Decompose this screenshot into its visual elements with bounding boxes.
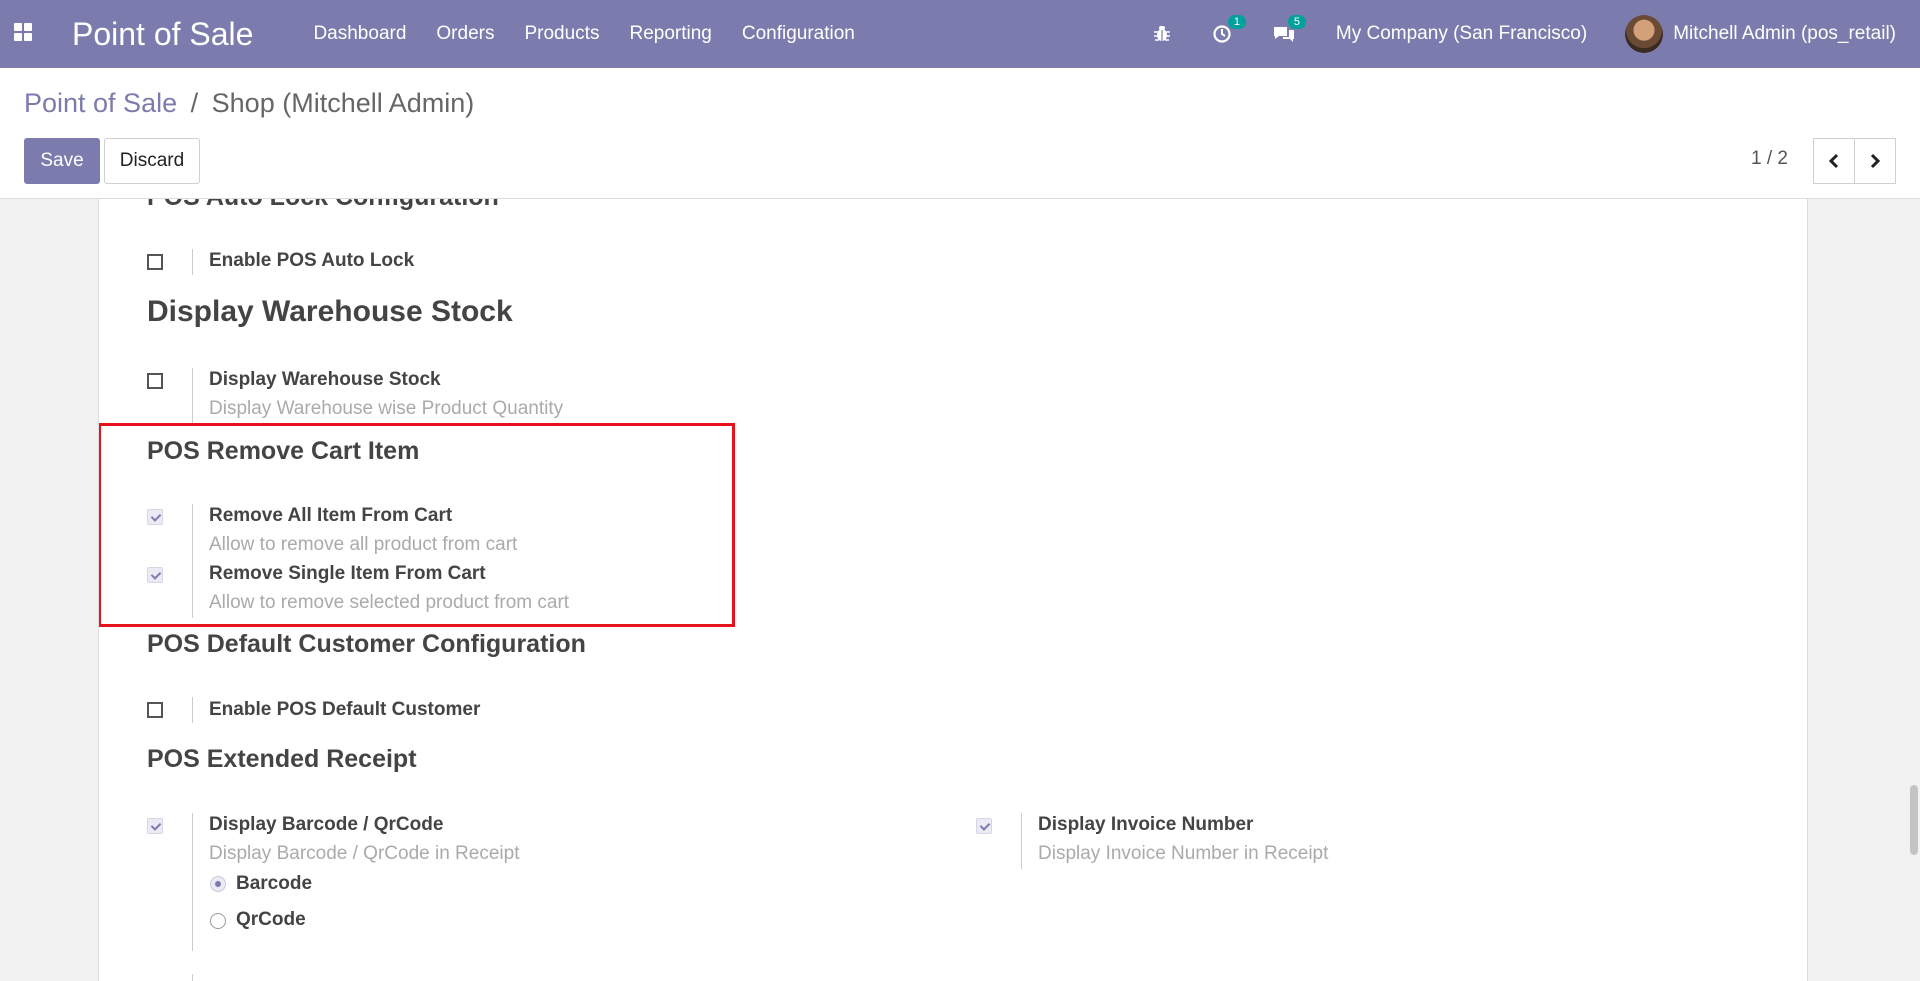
pager-previous-button[interactable] xyxy=(1813,138,1855,184)
divider xyxy=(192,697,193,723)
section-title-default-customer: POS Default Customer Configuration xyxy=(147,630,586,658)
pager-value[interactable]: 1 / 2 xyxy=(1751,148,1788,170)
divider xyxy=(1021,813,1022,869)
pager-next-button[interactable] xyxy=(1855,138,1896,184)
user-avatar[interactable] xyxy=(1625,15,1664,53)
section-title-warehouse: Display Warehouse Stock xyxy=(147,295,513,328)
remove-single-label: Remove Single Item From Cart xyxy=(209,563,486,584)
chevron-left-icon xyxy=(1828,153,1839,169)
remove-all-checkbox[interactable] xyxy=(147,509,163,525)
remove-all-help: Allow to remove all product from cart xyxy=(209,534,518,555)
form-sheet: POS Auto Lock Configuration Enable POS A… xyxy=(98,199,1808,981)
menu-products[interactable]: Products xyxy=(524,23,599,45)
user-menu[interactable]: Mitchell Admin (pos_retail) xyxy=(1673,23,1896,45)
default-customer-label: Enable POS Default Customer xyxy=(209,699,481,720)
breadcrumb-parent-link[interactable]: Point of Sale xyxy=(24,88,177,118)
barcode-qrcode-label: Display Barcode / QrCode xyxy=(209,814,444,835)
menu-reporting[interactable]: Reporting xyxy=(629,23,711,45)
barcode-qrcode-checkbox[interactable] xyxy=(147,818,163,834)
section-title-receipt: POS Extended Receipt xyxy=(147,745,417,773)
radio-qrcode[interactable] xyxy=(210,913,226,929)
warehouse-stock-checkbox[interactable] xyxy=(147,373,163,389)
control-panel: Point of Sale / Shop (Mitchell Admin) Sa… xyxy=(0,68,1920,199)
remove-single-help: Allow to remove selected product from ca… xyxy=(209,592,570,613)
remove-all-label: Remove All Item From Cart xyxy=(209,505,453,526)
radio-barcode[interactable] xyxy=(210,876,226,892)
auto-lock-checkbox[interactable] xyxy=(147,254,163,270)
page-scrollbar[interactable] xyxy=(1910,785,1918,855)
save-button[interactable]: Save xyxy=(24,138,100,184)
default-customer-checkbox[interactable] xyxy=(147,702,163,718)
section-title-auto-lock: POS Auto Lock Configuration xyxy=(147,199,499,212)
warehouse-stock-label: Display Warehouse Stock xyxy=(209,369,441,390)
company-switcher[interactable]: My Company (San Francisco) xyxy=(1336,23,1587,45)
menu-dashboard[interactable]: Dashboard xyxy=(313,23,406,45)
messages-chat-icon[interactable]: 5 xyxy=(1272,15,1307,44)
radio-qrcode-label[interactable]: QrCode xyxy=(236,909,306,931)
discard-button[interactable]: Discard xyxy=(104,138,200,184)
top-navbar: Point of Sale Dashboard Orders Products … xyxy=(0,0,1920,68)
chevron-right-icon xyxy=(1870,153,1881,169)
breadcrumb-separator: / xyxy=(190,88,199,118)
invoice-number-label: Display Invoice Number xyxy=(1038,814,1254,835)
menu-configuration[interactable]: Configuration xyxy=(742,23,855,45)
warehouse-stock-help: Display Warehouse wise Product Quantity xyxy=(209,398,564,419)
section-title-remove-cart: POS Remove Cart Item xyxy=(147,437,420,465)
divider xyxy=(192,368,193,424)
debug-bug-icon[interactable] xyxy=(1152,24,1172,44)
breadcrumb-current: Shop (Mitchell Admin) xyxy=(211,88,475,118)
barcode-qrcode-help: Display Barcode / QrCode in Receipt xyxy=(209,843,520,864)
divider xyxy=(192,249,193,275)
activity-count-badge: 1 xyxy=(1227,15,1247,29)
activity-clock-icon[interactable]: 1 xyxy=(1212,15,1247,44)
divider xyxy=(192,974,193,981)
remove-single-checkbox[interactable] xyxy=(147,567,163,583)
radio-barcode-label[interactable]: Barcode xyxy=(236,873,312,895)
message-count-badge: 5 xyxy=(1287,15,1307,29)
apps-menu-icon[interactable] xyxy=(14,23,36,45)
divider xyxy=(192,813,193,951)
pager-buttons xyxy=(1813,138,1896,184)
divider xyxy=(192,504,193,618)
invoice-number-help: Display Invoice Number in Receipt xyxy=(1038,843,1329,864)
app-title[interactable]: Point of Sale xyxy=(72,16,253,53)
menu-orders[interactable]: Orders xyxy=(436,23,494,45)
auto-lock-label: Enable POS Auto Lock xyxy=(209,250,415,271)
breadcrumb: Point of Sale / Shop (Mitchell Admin) xyxy=(24,88,474,119)
invoice-number-checkbox[interactable] xyxy=(976,818,992,834)
